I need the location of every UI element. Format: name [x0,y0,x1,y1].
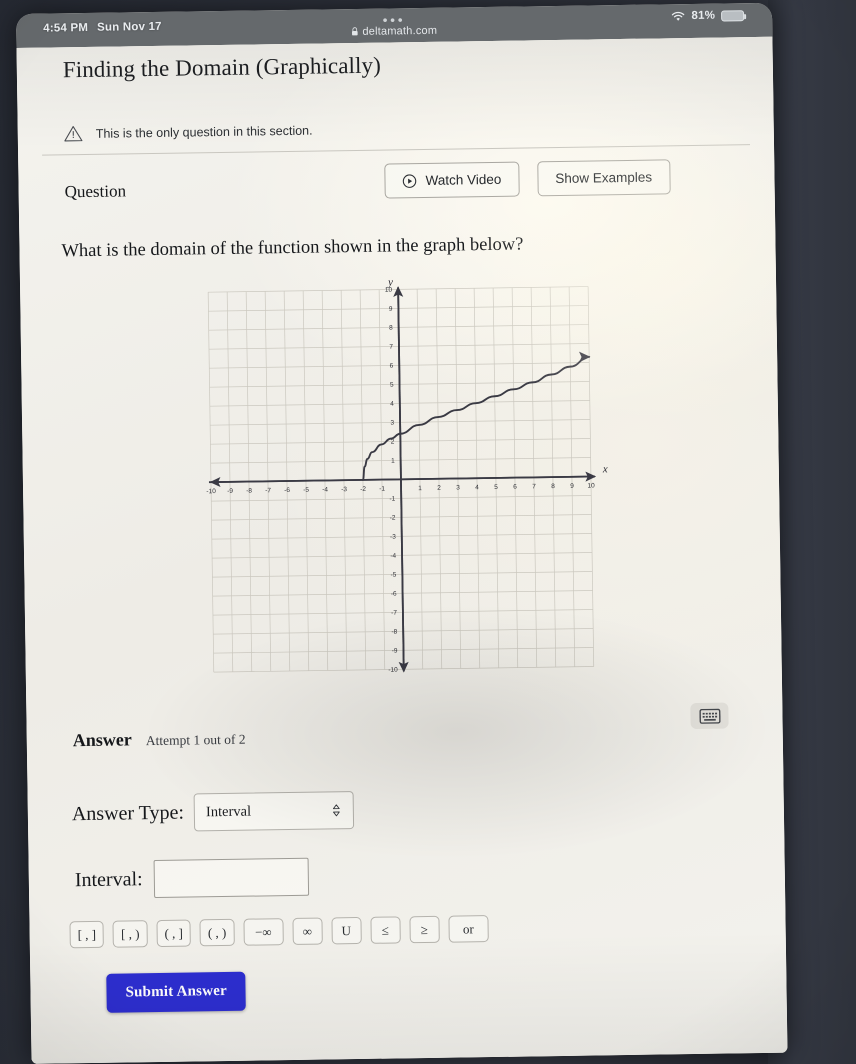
tick-label: 10 [385,287,393,294]
tick-label: 1 [391,458,395,465]
symbol-greater-equal[interactable]: ≥ [409,915,440,944]
symbol-closed-open[interactable]: [ , ) [112,920,148,948]
divider [42,144,751,156]
axes [208,286,597,673]
tick-label: -5 [303,487,309,494]
interval-label: Interval: [74,867,143,891]
question-prompt: What is the domain of the function shown… [61,234,524,262]
play-circle-icon [402,173,417,188]
wifi-icon [671,11,685,22]
tick-label: 8 [389,325,393,332]
lock-icon [351,27,358,36]
answer-header: Answer Attempt 1 out of 2 [73,720,759,751]
math-keyboard-button[interactable] [690,702,729,730]
symbol-or[interactable]: or [448,915,489,943]
watch-video-button[interactable]: Watch Video [384,161,520,199]
tick-label: -4 [322,486,328,493]
symbol-negative-infinity[interactable]: −∞ [243,918,284,946]
page-content: Finding the Domain (Graphically) This is… [16,36,788,1064]
tick-label: 5 [390,382,394,389]
section-notice-text: This is the only question in this sectio… [95,123,313,141]
battery-percent-label: 81% [691,9,716,22]
tick-label: -10 [206,488,216,495]
question-label: Question [64,181,127,202]
tick-label: -8 [391,629,397,636]
question-header-row: Question Watch Video Show Examples [64,159,751,213]
url-row[interactable]: deltamath.com [351,24,437,37]
answer-type-label: Answer Type: [71,801,185,825]
chevron-up-down-icon [332,803,341,817]
tick-label: -9 [227,488,233,495]
tick-label: 2 [391,439,395,446]
tick-label: -7 [391,610,397,617]
interval-row: Interval: [75,851,761,899]
symbol-open-closed[interactable]: ( , ] [156,919,192,948]
question-action-buttons: Watch Video Show Examples [384,159,671,199]
tick-label: 7 [389,344,393,351]
graph-container: x y -10 -9 -8 -7 -6 -5 -4 -3 -2 -1 1 2 3 4 5 6 7 8 9 10 10 9 8… [44,270,758,688]
url-text[interactable]: deltamath.com [362,24,437,37]
tick-label: 4 [475,484,479,491]
interval-input[interactable] [153,857,309,899]
tick-label: -4 [390,553,396,560]
attempt-counter: Attempt 1 out of 2 [145,731,246,749]
tick-label: 10 [587,482,595,489]
tick-label: 7 [532,483,536,490]
tick-label: -7 [265,487,271,494]
status-date-text: Sun Nov 17 [96,20,162,34]
tick-label: 2 [437,485,441,492]
tick-label: 5 [494,484,498,491]
status-time-text: 4:54 PM [43,21,89,35]
coordinate-plane-graph: x y -10 -9 -8 -7 -6 -5 -4 -3 -2 -1 1 2 3 4 5 6 7 8 9 101098… [206,276,608,674]
tick-label: 9 [389,306,393,313]
tick-label: -1 [389,496,395,503]
tick-label: 4 [390,401,394,408]
tablet-device: 4:54 PM Sun Nov 17 ••• deltamath.com 81%… [16,2,788,1064]
tick-label: 8 [551,483,555,490]
tick-label: -3 [390,534,396,541]
status-bar-clock: 4:54 PM Sun Nov 17 [43,21,162,35]
status-bar-indicators: 81% [671,9,745,22]
tick-label: 6 [513,484,517,491]
tick-label: -6 [391,591,397,598]
tick-label: -2 [390,515,396,522]
symbol-union[interactable]: U [331,916,362,945]
tick-label: -3 [341,486,347,493]
tick-label: 9 [570,483,574,490]
tick-label: -8 [246,488,252,495]
keyboard-icon [698,708,721,724]
watch-video-label: Watch Video [425,171,502,188]
symbol-open-open[interactable]: ( , ) [199,918,235,947]
answer-type-value: Interval [205,803,252,820]
tick-label: -6 [284,487,290,494]
answer-type-row: Answer Type: Interval [72,785,760,833]
show-examples-label: Show Examples [555,169,653,187]
tick-label: -10 [388,667,398,674]
answer-section: Answer Attempt 1 out of 2 Answer Type: I… [51,702,763,1013]
x-axis-label: x [602,463,608,475]
tick-label: -5 [391,572,397,579]
warning-triangle-icon [64,125,83,142]
battery-icon [721,9,745,22]
tick-label: 6 [390,363,394,370]
tick-label: 1 [418,485,422,492]
tick-label: -2 [360,486,366,493]
answer-label: Answer [72,729,132,751]
answer-type-select[interactable]: Interval [193,791,355,832]
submit-answer-button[interactable]: Submit Answer [106,971,247,1013]
tab-overflow-dots-icon[interactable]: ••• [383,12,406,27]
tick-label: -9 [392,648,398,655]
symbol-infinity[interactable]: ∞ [292,917,323,946]
symbol-closed-closed[interactable]: [ , ] [69,920,105,949]
tick-label: 3 [456,484,460,491]
section-notice: This is the only question in this sectio… [64,115,750,142]
symbol-less-equal[interactable]: ≤ [370,916,401,944]
symbol-palette: [ , ] [ , ) ( , ] ( , ) −∞ ∞ U ≤ ≥ or [69,911,761,949]
show-examples-button[interactable]: Show Examples [537,159,671,197]
tick-label: 3 [390,420,394,427]
tick-label: -1 [379,486,385,493]
